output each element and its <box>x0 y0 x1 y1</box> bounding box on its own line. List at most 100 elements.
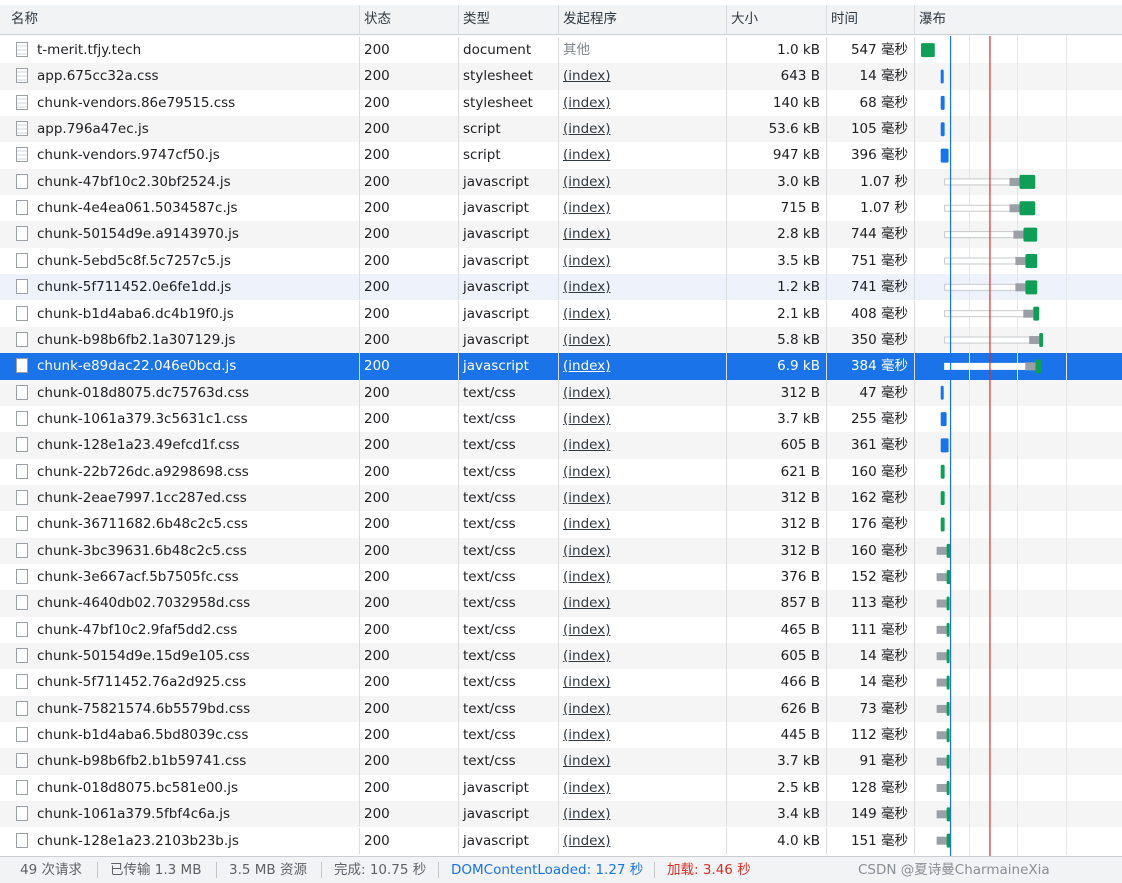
table-row[interactable]: chunk-4e4ea061.5034587c.js 200 javascript(… <box>0 195 1122 222</box>
table-row[interactable]: chunk-50154d9e.a9143970.js 200 javascript(… <box>0 221 1122 248</box>
request-type: stylesheet <box>459 89 559 117</box>
request-initiator[interactable]: (index) <box>563 648 610 664</box>
table-row[interactable]: chunk-3e667acf.5b7505fc.css 200 text/css (i… <box>0 564 1122 591</box>
table-row[interactable]: chunk-128e1a23.49efcd1f.css 200 text/css (i… <box>0 432 1122 459</box>
request-status: 200 <box>360 405 459 433</box>
table-row[interactable]: chunk-b1d4aba6.5bd8039c.css 200 text/css (i… <box>0 722 1122 749</box>
column-header-status[interactable]: 状态 <box>360 5 459 34</box>
request-status: 200 <box>360 564 459 591</box>
request-time: 408 毫秒 <box>827 300 915 327</box>
request-initiator[interactable]: (index) <box>563 95 610 111</box>
request-time: 105 毫秒 <box>827 116 915 143</box>
request-initiator[interactable]: (index) <box>563 674 610 690</box>
finish-time: 完成: 10.75 秒 <box>334 862 427 878</box>
request-initiator[interactable]: (index) <box>563 147 610 163</box>
request-initiator[interactable]: (index) <box>563 121 610 137</box>
table-row[interactable]: chunk-3bc39631.6b48c2c5.css 200 text/css (i… <box>0 537 1122 564</box>
table-row[interactable]: chunk-50154d9e.15d9e105.css 200 text/css (i… <box>0 643 1122 670</box>
request-initiator[interactable]: (index) <box>563 701 610 717</box>
watermark: CSDN @夏诗曼CharmaineXia <box>858 862 1050 878</box>
request-name: chunk-75821574.6b5579bd.css <box>0 695 360 723</box>
request-initiator[interactable]: (index) <box>563 68 610 84</box>
request-initiator[interactable]: (index) <box>563 253 610 269</box>
divider <box>438 862 439 878</box>
table-row[interactable]: chunk-018d8075.dc75763d.css 200 text/css (i… <box>0 379 1122 406</box>
table-row[interactable]: app.796a47ec.js 200 script (index) 53.6 kB 10… <box>0 116 1122 143</box>
table-row[interactable]: chunk-vendors.9747cf50.js 200 script (index… <box>0 142 1122 169</box>
table-row[interactable]: chunk-36711682.6b48c2c5.css 200 text/css (i… <box>0 511 1122 538</box>
request-waterfall <box>915 90 1122 116</box>
request-name: chunk-3bc39631.6b48c2c5.css <box>0 537 360 564</box>
request-initiator[interactable]: (index) <box>563 543 610 559</box>
table-row[interactable]: chunk-b98b6fb2.1a307129.js 200 javascript(… <box>0 326 1122 354</box>
request-status: 200 <box>360 116 459 143</box>
request-status: 200 <box>360 63 459 90</box>
request-initiator[interactable]: (index) <box>563 200 610 216</box>
request-name: chunk-b1d4aba6.dc4b19f0.js <box>0 300 360 327</box>
request-waterfall <box>915 353 1122 379</box>
table-row[interactable]: t-merit.tfjy.tech 200 document 其他 1.0 kB 547 … <box>0 37 1122 64</box>
request-name: app.675cc32a.css <box>0 63 360 90</box>
table-row[interactable]: chunk-4640db02.7032958d.css 200 text/css (i… <box>0 590 1122 617</box>
column-header-size[interactable]: 大小 <box>727 5 827 34</box>
request-initiator[interactable]: (index) <box>563 516 610 532</box>
table-row[interactable]: chunk-018d8075.bc581e00.js 200 javascript(… <box>0 774 1122 802</box>
request-initiator[interactable]: (index) <box>563 174 610 190</box>
request-initiator[interactable]: (index) <box>563 806 610 822</box>
table-row[interactable]: chunk-22b726dc.a9298698.css 200 text/css (i… <box>0 458 1122 485</box>
column-header-type[interactable]: 类型 <box>459 5 559 34</box>
waterfall-grid-line <box>969 35 970 855</box>
request-initiator[interactable]: (index) <box>563 727 610 743</box>
request-initiator[interactable]: (index) <box>563 358 610 374</box>
request-initiator[interactable]: (index) <box>563 464 610 480</box>
request-type: text/css <box>459 722 559 749</box>
column-header-initiator[interactable]: 发起程序 <box>559 5 727 34</box>
request-initiator[interactable]: (index) <box>563 753 610 769</box>
request-initiator[interactable]: (index) <box>563 385 610 401</box>
table-row[interactable]: chunk-2eae7997.1cc287ed.css 200 text/css (i… <box>0 484 1122 512</box>
column-header-name[interactable]: 名称 <box>0 5 360 34</box>
request-initiator[interactable]: (index) <box>563 780 610 796</box>
request-type: text/css <box>459 643 559 670</box>
request-name: chunk-50154d9e.a9143970.js <box>0 221 360 248</box>
table-row[interactable]: chunk-vendors.86e79515.css 200 stylesheet(… <box>0 89 1122 117</box>
request-time: 176 毫秒 <box>827 511 915 538</box>
request-initiator[interactable]: (index) <box>563 226 610 242</box>
table-row[interactable]: chunk-5ebd5c8f.5c7257c5.js 200 javascript(… <box>0 247 1122 275</box>
request-name: chunk-36711682.6b48c2c5.css <box>0 511 360 538</box>
request-initiator[interactable]: (index) <box>563 490 610 506</box>
table-row[interactable]: chunk-5f711452.76a2d925.css 200 text/css (i… <box>0 669 1122 696</box>
table-row[interactable]: chunk-1061a379.3c5631c1.css 200 text/css (i… <box>0 405 1122 433</box>
table-row[interactable]: chunk-75821574.6b5579bd.css 200 text/css (i… <box>0 695 1122 723</box>
column-header-waterfall[interactable]: 瀑布 <box>915 5 1122 34</box>
request-time: 68 毫秒 <box>827 89 915 117</box>
request-initiator[interactable]: (index) <box>563 437 610 453</box>
table-row[interactable]: chunk-47bf10c2.30bf2524.js 200 javascript(… <box>0 168 1122 196</box>
request-time: 91 毫秒 <box>827 748 915 775</box>
table-row[interactable]: chunk-e89dac22.046e0bcd.js 200 javascript(… <box>0 353 1122 380</box>
request-initiator[interactable]: (index) <box>563 279 610 295</box>
request-size: 312 B <box>727 537 827 564</box>
request-initiator[interactable]: (index) <box>563 569 610 585</box>
request-name: chunk-128e1a23.49efcd1f.css <box>0 432 360 459</box>
table-row[interactable]: chunk-5f711452.0e6fe1dd.js 200 javascript(… <box>0 274 1122 301</box>
column-header-time[interactable]: 时间 <box>827 5 915 34</box>
request-initiator[interactable]: (index) <box>563 332 610 348</box>
table-row[interactable]: chunk-b1d4aba6.dc4b19f0.js 200 javascript(… <box>0 300 1122 327</box>
request-initiator: 其他 <box>563 42 590 58</box>
table-row[interactable]: chunk-1061a379.5fbf4c6a.js 200 javascript(… <box>0 801 1122 828</box>
request-initiator[interactable]: (index) <box>563 595 610 611</box>
request-size: 1.2 kB <box>727 274 827 301</box>
request-waterfall <box>915 617 1122 643</box>
request-initiator[interactable]: (index) <box>563 622 610 638</box>
request-size: 947 kB <box>727 142 827 169</box>
request-waterfall <box>915 643 1122 669</box>
load-time: 加载: 3.46 秒 <box>667 862 751 878</box>
request-initiator[interactable]: (index) <box>563 411 610 427</box>
table-row[interactable]: app.675cc32a.css 200 stylesheet (index) 643 … <box>0 63 1122 90</box>
table-row[interactable]: chunk-47bf10c2.9faf5dd2.css 200 text/css (i… <box>0 616 1122 644</box>
table-row[interactable]: chunk-b98b6fb2.b1b59741.css 200 text/css (i… <box>0 748 1122 775</box>
request-initiator[interactable]: (index) <box>563 306 610 322</box>
table-row[interactable]: chunk-128e1a23.2103b23b.js 200 javascript(… <box>0 827 1122 854</box>
request-initiator[interactable]: (index) <box>563 833 610 849</box>
